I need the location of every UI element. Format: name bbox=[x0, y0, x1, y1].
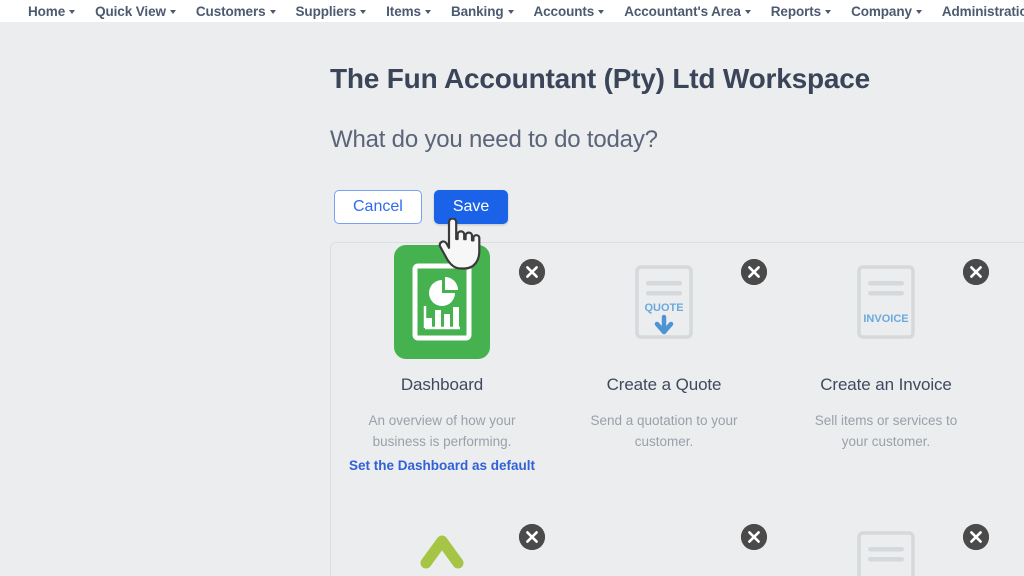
tile-row2-2[interactable] bbox=[553, 508, 775, 568]
tile-title: Create an Invoice bbox=[820, 375, 952, 394]
action-button-group: Cancel Save bbox=[334, 190, 509, 224]
chevron-down-icon bbox=[598, 10, 605, 14]
menu-items[interactable]: Items bbox=[386, 4, 431, 19]
chevron-down-icon bbox=[507, 10, 514, 14]
workspace-tile-panel: Dashboard An overview of how your busine… bbox=[330, 242, 1024, 576]
tile-title: Dashboard bbox=[400, 375, 484, 394]
menu-item-label: Accountant's Area bbox=[624, 3, 741, 19]
tile-description: An overview of how your business is perf… bbox=[368, 413, 516, 449]
page-subtitle: What do you need to do today? bbox=[330, 126, 658, 153]
menu-item-label: Reports bbox=[770, 3, 822, 19]
close-icon[interactable] bbox=[519, 524, 545, 550]
close-icon[interactable] bbox=[963, 524, 989, 550]
chevron-down-icon bbox=[915, 10, 922, 14]
menu-item-label: Items bbox=[386, 3, 421, 19]
menu-item-label: Administration bbox=[941, 3, 1024, 19]
menu-quick-view[interactable]: Quick View bbox=[95, 4, 176, 19]
tile-description: Sell items or services to your customer. bbox=[814, 413, 958, 449]
menu-item-label: Home bbox=[28, 3, 66, 19]
close-icon[interactable] bbox=[741, 524, 767, 550]
close-icon[interactable] bbox=[741, 259, 767, 285]
menu-item-label: Company bbox=[851, 3, 912, 19]
menu-administration[interactable]: Administration bbox=[942, 4, 1024, 19]
invoice-document-icon: INVOICE bbox=[857, 265, 915, 339]
tile-title: Create a Quote bbox=[606, 375, 722, 394]
chevron-down-icon bbox=[269, 10, 276, 14]
menu-accounts[interactable]: Accounts bbox=[534, 4, 605, 19]
green-chevron-icon bbox=[420, 535, 464, 569]
tile-row2-1[interactable] bbox=[331, 508, 553, 569]
tile-description: Send a quotation to your customer. bbox=[590, 413, 738, 449]
tile-dashboard[interactable]: Dashboard An overview of how your busine… bbox=[331, 243, 553, 473]
menu-item-label: Suppliers bbox=[295, 3, 357, 19]
menu-accountants-area[interactable]: Accountant's Area bbox=[624, 4, 751, 19]
set-dashboard-default-link[interactable]: Set the Dashboard as default bbox=[331, 458, 553, 473]
document-lines-icon bbox=[857, 531, 915, 576]
quote-document-icon: QUOTE bbox=[635, 265, 693, 339]
menu-suppliers[interactable]: Suppliers bbox=[296, 4, 367, 19]
tile-create-quote[interactable]: QUOTE Create a Quote Send a quotation to… bbox=[553, 243, 775, 473]
chevron-down-icon bbox=[825, 10, 832, 14]
menu-item-label: Customers bbox=[195, 3, 266, 19]
close-icon[interactable] bbox=[519, 259, 545, 285]
menu-company[interactable]: Company bbox=[851, 4, 922, 19]
main-menu-bar: Home Quick View Customers Suppliers Items Ban… bbox=[0, 0, 1024, 22]
chevron-down-icon bbox=[424, 10, 431, 14]
chevron-down-icon bbox=[69, 10, 76, 14]
invoice-icon-label: INVOICE bbox=[863, 313, 908, 325]
menu-reports[interactable]: Reports bbox=[770, 3, 832, 19]
chevron-down-icon bbox=[360, 10, 367, 14]
menu-item-label: Accounts bbox=[533, 3, 595, 19]
close-icon[interactable] bbox=[963, 259, 989, 285]
menu-banking[interactable]: Banking bbox=[451, 4, 514, 19]
tile-row-2 bbox=[331, 508, 1024, 576]
dashboard-chart-icon bbox=[394, 245, 490, 359]
tile-row-1: Dashboard An overview of how your busine… bbox=[331, 243, 1024, 473]
page-content: The Fun Accountant (Pty) Ltd Workspace W… bbox=[0, 22, 1024, 576]
tile-row2-3[interactable] bbox=[775, 508, 997, 576]
menu-item-label: Banking bbox=[450, 3, 504, 19]
quote-icon-label: QUOTE bbox=[644, 302, 683, 314]
cancel-button[interactable]: Cancel bbox=[334, 190, 422, 224]
chevron-down-icon bbox=[744, 10, 751, 14]
save-button[interactable]: Save bbox=[433, 190, 509, 224]
menu-item-label: Quick View bbox=[95, 3, 166, 19]
page-title: The Fun Accountant (Pty) Ltd Workspace bbox=[330, 63, 870, 94]
menu-customers[interactable]: Customers bbox=[196, 4, 276, 19]
chevron-down-icon bbox=[169, 10, 176, 14]
menu-home[interactable]: Home bbox=[28, 3, 76, 19]
tile-create-invoice[interactable]: INVOICE Create an Invoice Sell items or … bbox=[775, 243, 997, 473]
